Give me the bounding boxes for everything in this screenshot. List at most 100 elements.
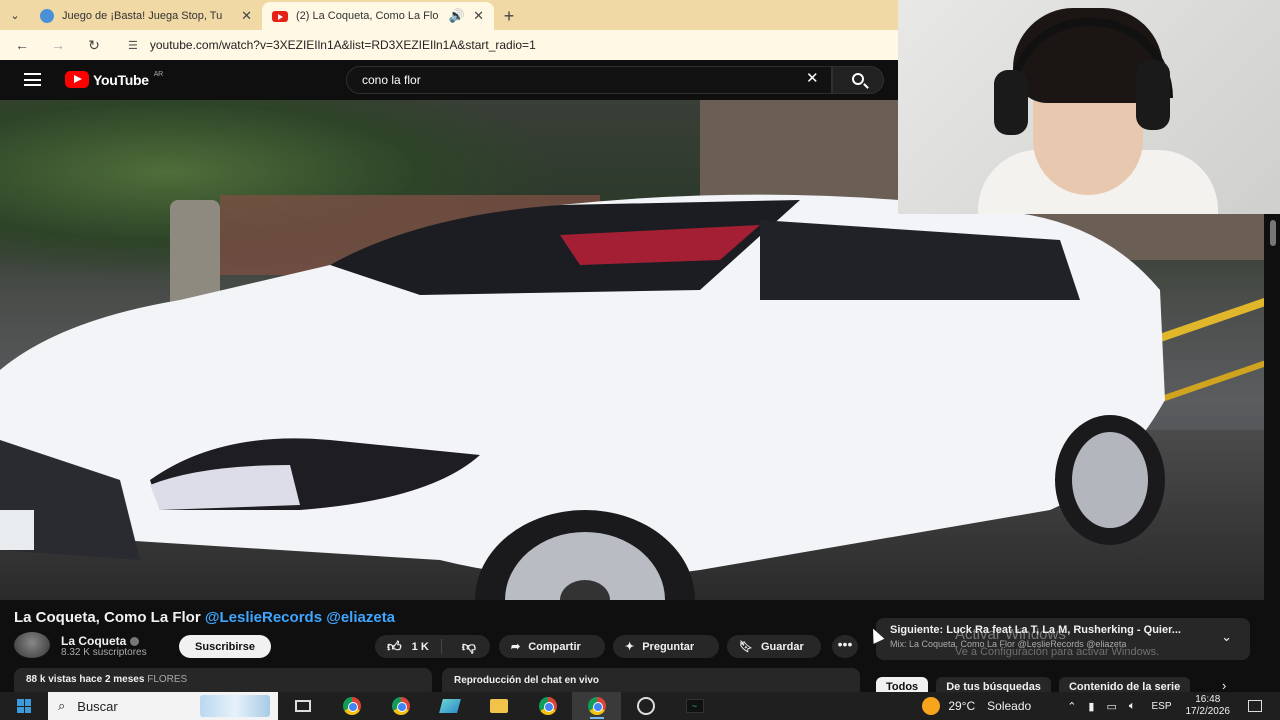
notification-icon[interactable] [1248,700,1262,712]
close-tab-icon[interactable]: ✕ [473,8,484,24]
language-indicator[interactable]: ESP [1151,701,1171,712]
video-title: La Coqueta, Como La Flor @LeslieRecords … [14,609,395,626]
tab-youtube[interactable]: (2) La Coqueta, Como La Flo 🔊 ✕ [262,2,494,30]
region-code: AR [153,71,163,78]
youtube-favicon-icon [272,10,288,22]
ask-button[interactable]: ✦ Preguntar [613,635,719,658]
chevron-up-icon[interactable]: ⌃ [1067,700,1076,713]
forward-arrow-icon[interactable]: → [48,37,68,53]
tab-title: Juego de ¡Basta! Juega Stop, Tu [62,10,223,22]
video-title-tags[interactable]: @LeslieRecords @eliazeta [205,609,395,626]
globe-icon [40,9,54,23]
clock[interactable]: 16:48 17/2/2026 [1186,694,1231,718]
site-info-icon[interactable]: ☰ [128,40,138,52]
clock-date: 17/2/2026 [1185,706,1231,717]
chevron-down-icon[interactable]: ⌄ [1221,629,1232,645]
address-bar: ← → ↻ ☰ youtube.com/watch?v=3XEZIEIln1A&l… [0,30,898,60]
thumbs-up-icon: 👍︎ [387,638,402,654]
ask-label: Preguntar [642,640,695,653]
save-button[interactable]: 🔖︎ Guardar [727,635,821,658]
page-scrollbar[interactable] [1266,214,1280,720]
usb-icon[interactable]: ▮ [1088,700,1094,713]
taskbar-terminal[interactable]: ~ [670,692,719,720]
terminal-icon: ~ [685,699,704,713]
close-tab-icon[interactable]: ✕ [241,8,252,24]
reload-icon[interactable]: ↻ [84,37,104,54]
webcam-overlay [898,0,1280,214]
youtube-play-icon [65,71,89,88]
youtube-header: YouTube AR cono la flor ✕ [0,60,898,100]
verified-icon [130,637,140,647]
avatar[interactable] [14,632,50,658]
taskbar-chrome[interactable] [376,692,425,720]
edge-icon [438,699,461,713]
activate-windows-hint: Ve a Configuración para activar Windows. [955,646,1160,658]
like-dislike-group: 👍︎ 1 K 👎︎ [375,635,490,658]
like-count: 1 K [411,640,429,653]
audio-playing-icon[interactable]: 🔊 [449,8,465,24]
tab-title: (2) La Coqueta, Como La Flo [296,10,439,22]
share-label: Compartir [528,640,581,653]
task-view-icon [294,700,311,712]
taskbar-opera-gx[interactable] [621,692,670,720]
share-icon: ➦ [511,641,521,653]
youtube-logo[interactable]: YouTube AR [65,71,163,88]
menu-icon[interactable] [24,73,41,86]
weather-condition[interactable]: Soleado [987,699,1031,713]
chrome-icon [342,697,361,715]
taskbar-search-input[interactable]: ⌕ Buscar [48,692,278,720]
logo-text: YouTube [93,71,149,88]
url-field[interactable]: ☰ youtube.com/watch?v=3XEZIEIln1A&list=RD… [128,38,536,52]
taskbar-file-explorer[interactable] [474,692,523,720]
sparkle-icon: ✦ [625,641,635,653]
url-text: youtube.com/watch?v=3XEZIEIln1A&list=RD3… [149,38,536,52]
taskbar-chrome[interactable] [327,692,376,720]
back-arrow-icon[interactable]: ← [12,37,32,53]
video-frame-white-car [0,194,1165,600]
headphone-cup [994,70,1028,135]
search-icon [852,73,864,85]
chrome-icon [391,697,410,715]
windows-start-icon[interactable] [17,699,31,713]
task-view-button[interactable] [278,692,327,720]
tab-basta[interactable]: Juego de ¡Basta! Juega Stop, Tu ✕ [30,2,262,30]
more-actions-button[interactable]: ••• [832,635,858,658]
browser-tab-bar: ⌄ Juego de ¡Basta! Juega Stop, Tu ✕ (2) … [0,0,898,30]
thumbs-down-icon: 👎︎ [461,638,476,654]
scrollbar-thumb[interactable] [1270,220,1276,246]
taskbar-chrome-active[interactable] [572,692,621,720]
chevron-right-icon[interactable]: › [1222,678,1226,693]
opera-icon [636,697,655,715]
volume-icon[interactable]: 🔈︎ [1129,700,1136,713]
clear-search-icon[interactable]: ✕ [806,69,819,87]
new-tab-button[interactable]: + [494,2,524,30]
subscriber-count: 8.32 K suscriptores [61,647,147,658]
network-icon[interactable]: ▭ [1106,700,1116,713]
headphone-cup [1136,60,1170,130]
search-button[interactable] [832,66,884,94]
video-category: FLORES [147,674,188,685]
tab-search-dropdown-icon[interactable]: ⌄ [0,0,30,30]
chrome-icon [587,697,606,715]
share-button[interactable]: ➦ Compartir [499,635,605,658]
channel-name[interactable]: La Coqueta [61,634,140,648]
save-label: Guardar [760,640,804,653]
search-highlight-image [200,695,270,717]
video-title-text: La Coqueta, Como La Flor [14,609,201,626]
dislike-button[interactable]: 👎︎ [450,638,488,655]
channel-name-text: La Coqueta [61,634,127,648]
taskbar-search-placeholder: Buscar [77,698,118,714]
taskbar-edge[interactable] [425,692,474,720]
clock-time: 16:48 [1195,694,1221,705]
taskbar-chrome[interactable] [523,692,572,720]
search-input[interactable]: cono la flor [346,66,832,94]
views-and-date: 88 k vistas hace 2 meses [26,674,145,685]
system-tray: 29°C Soleado ⌃ ▮ ▭ 🔈︎ ESP 16:48 17/2/202… [922,692,1280,720]
bookmark-icon: 🔖︎ [739,641,753,653]
weather-temperature[interactable]: 29°C [948,699,975,713]
subscribe-button[interactable]: Suscribirse [179,635,271,658]
activate-windows-watermark: Activar Windows [955,626,1066,643]
screen: ⌄ Juego de ¡Basta! Juega Stop, Tu ✕ (2) … [0,0,1280,720]
like-button[interactable]: 👍︎ 1 K [375,638,442,654]
sun-icon [922,697,941,715]
